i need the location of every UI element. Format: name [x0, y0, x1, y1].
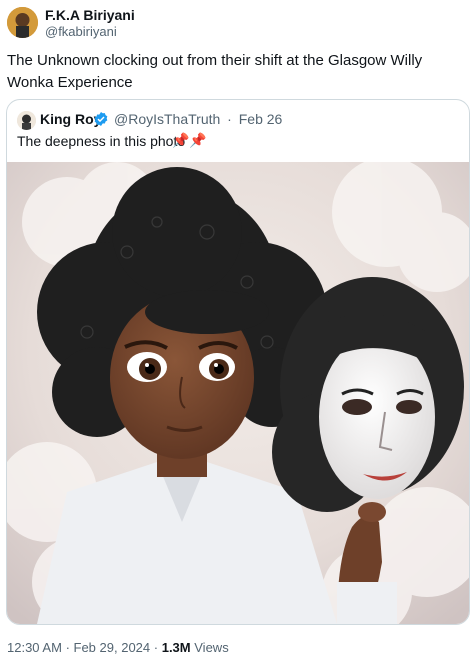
tweet-time[interactable]: 12:30 AM [7, 640, 62, 655]
views-count: 1.3M [161, 640, 191, 655]
author-name[interactable]: F.K.A Biriyani [45, 7, 135, 23]
tweet-meta: 12:30 AM · Feb 29, 2024 · 1.3M Views [7, 640, 229, 655]
author-avatar[interactable] [7, 7, 38, 38]
quote-author-meta[interactable]: @RoyIsThaTruth · Feb 26 [114, 111, 285, 127]
tweet-text: The Unknown clocking out from their shif… [7, 52, 423, 91]
separator-dot: · [153, 640, 162, 655]
views-label: Views [194, 640, 229, 655]
separator-dot: · [227, 111, 232, 127]
tweet-date[interactable]: Feb 29, 2024 [74, 640, 151, 655]
quote-author-handle: @RoyIsThaTruth [114, 111, 221, 127]
quote-text: The deepness in this photo [17, 133, 186, 149]
quote-date: Feb 26 [238, 111, 283, 127]
verified-badge-icon [94, 112, 108, 126]
quote-author-avatar[interactable] [17, 111, 36, 130]
quote-image[interactable] [7, 162, 469, 624]
pushpin-emoji: 📌📌 [172, 132, 207, 148]
author-handle[interactable]: @fkabiriyani [45, 24, 117, 39]
separator-dot: · [65, 640, 74, 655]
quote-tweet-card[interactable]: King Roy @RoyIsThaTruth · Feb 26 The dee… [6, 99, 470, 625]
